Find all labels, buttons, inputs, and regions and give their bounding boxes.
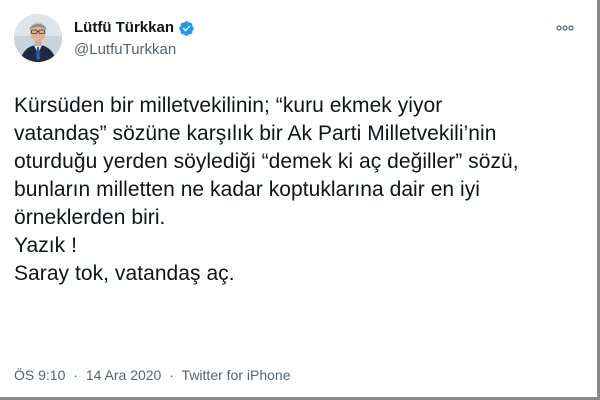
tweet-time[interactable]: ÖS 9:10 [14, 367, 65, 383]
tweet-date[interactable]: 14 Ara 2020 [86, 367, 162, 383]
tweet-line: Saray tok, vatandaş aç. [14, 262, 235, 285]
tweet-line: bunların milletten ne kadar koptuklarına… [14, 178, 481, 201]
author-display-name[interactable]: Lütfü Türkkan [74, 19, 174, 37]
tweet-meta: ÖS 9:10 · 14 Ara 2020 · Twitter for iPho… [14, 366, 290, 384]
tweet-line: Yazık ! [14, 234, 77, 257]
tweet-source-link[interactable]: Twitter for iPhone [182, 367, 291, 383]
tweet-text: Kürsüden bir milletvekilinin; “kuru ekme… [14, 92, 569, 288]
tweet-line: örneklerden biri. [14, 206, 166, 229]
verified-badge-icon [178, 20, 195, 37]
profile-photo-icon [14, 14, 62, 62]
meta-separator: · [73, 367, 78, 383]
tweet-line: vatandaş” sözüne karşılık bir Ak Parti M… [14, 122, 497, 145]
meta-separator: · [169, 367, 174, 383]
ellipsis-icon [556, 25, 574, 31]
tweet-card: Lütfü Türkkan @LutfuTurkkan Kürsüden bir… [0, 0, 600, 400]
tweet-line: Kürsüden bir milletvekilinin; “kuru ekme… [14, 94, 443, 117]
tweet-line: oturduğu yerden söylediği “demek ki aç d… [14, 150, 519, 173]
more-options-button[interactable] [555, 22, 575, 34]
author-handle[interactable]: @LutfuTurkkan [74, 41, 176, 59]
author-name-row[interactable]: Lütfü Türkkan [74, 19, 195, 37]
avatar[interactable] [14, 14, 62, 62]
